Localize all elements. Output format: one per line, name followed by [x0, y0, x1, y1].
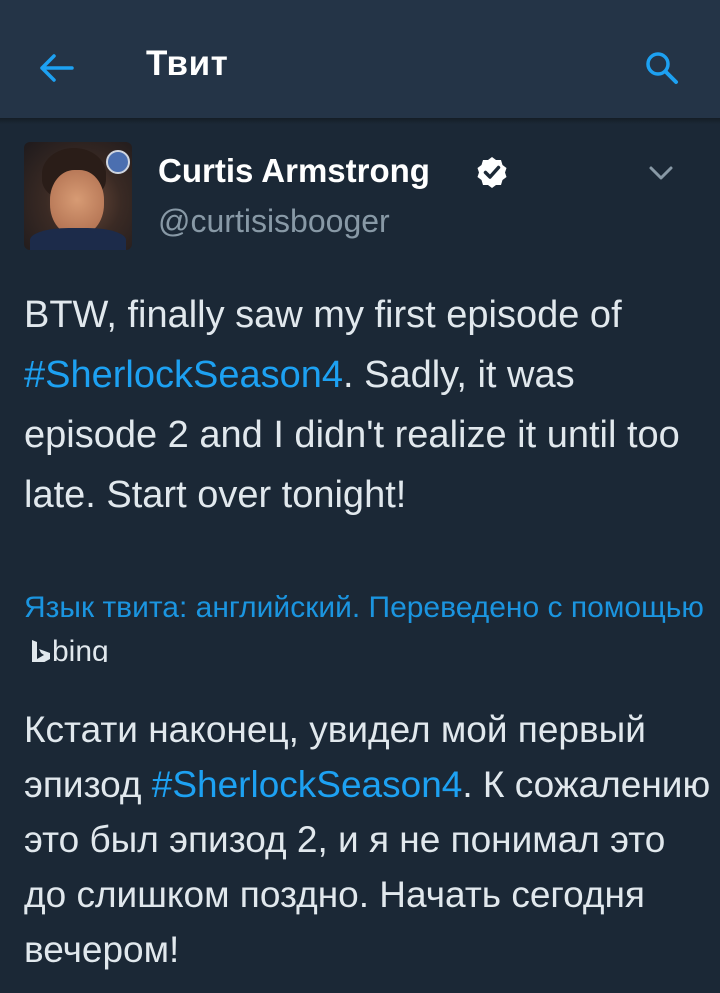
bing-logo-icon	[32, 640, 50, 662]
app-bar-shadow	[0, 118, 720, 124]
tweet-text: BTW, finally saw my first episode of #Sh…	[24, 285, 704, 525]
author-name[interactable]: Curtis Armstrong	[158, 152, 430, 190]
author-handle[interactable]: @curtisisbooger	[158, 203, 390, 240]
translation-provider: bing	[52, 635, 109, 662]
verified-badge-icon	[477, 157, 507, 188]
search-icon	[646, 52, 678, 84]
hashtag-link[interactable]: #SherlockSeason4	[24, 354, 343, 396]
app-bar: Твит	[0, 6, 720, 118]
translated-hashtag-link[interactable]: #SherlockSeason4	[152, 764, 463, 805]
tweet-text-start: BTW, finally saw my first episode of	[24, 294, 622, 336]
translation-note: Язык твита: английский. Переведено с пом…	[24, 591, 704, 624]
page-title: Твит	[146, 44, 229, 83]
translation-attribution[interactable]: Язык твита: английский. Переведено с пом…	[24, 586, 704, 662]
arrow-left-icon	[40, 54, 74, 82]
translated-tweet-text: Кстати наконец, увидел мой первый эпизод…	[24, 702, 714, 977]
back-button[interactable]	[30, 42, 82, 94]
avatar[interactable]	[24, 142, 132, 250]
avatar-face	[50, 170, 104, 236]
search-button[interactable]	[636, 42, 688, 94]
avatar-shirt	[30, 228, 126, 250]
chevron-down-icon[interactable]	[646, 160, 676, 186]
avatar-badge	[106, 150, 130, 174]
